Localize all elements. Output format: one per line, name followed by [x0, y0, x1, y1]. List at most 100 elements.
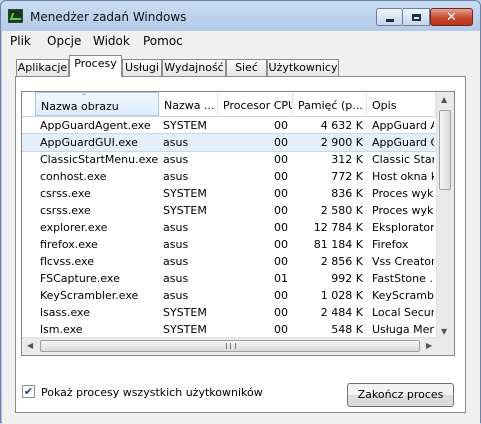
user-name-cell: asus — [163, 289, 189, 302]
window-title: Menedżer zadań Windows — [30, 10, 187, 24]
memory-cell: 2 484 K — [320, 306, 363, 319]
user-name-cell: asus — [163, 272, 189, 285]
process-row[interactable]: explorer.exe asus 00 12 784 K Eksplorator ..… — [22, 219, 436, 236]
maximize-icon — [411, 13, 421, 21]
tab-wydajnosc[interactable]: Wydajność — [162, 59, 226, 76]
tab-aplikacje[interactable]: Aplikacje — [16, 59, 69, 76]
scroll-grip-icon — [226, 343, 236, 349]
image-name-cell: ClassicStartMenu.exe — [40, 153, 158, 166]
cpu-cell: 00 — [274, 238, 288, 251]
image-name-cell: explorer.exe — [40, 221, 108, 234]
tab-uzytkownicy[interactable]: Użytkownicy — [267, 59, 339, 76]
scroll-up-icon[interactable]: ▲ — [441, 95, 447, 104]
process-list-header: ^ Nazwa obrazu Nazwa ... Procesor CPU Pa… — [22, 92, 436, 117]
tab-uslugi[interactable]: Usługi — [122, 59, 162, 76]
menu-widok[interactable]: Widok — [93, 34, 130, 48]
task-manager-app-icon — [8, 9, 23, 23]
image-name-cell: csrss.exe — [40, 204, 91, 217]
description-cell: KeyScrambler — [372, 289, 434, 302]
end-process-button[interactable]: Zakończ proces — [347, 383, 454, 407]
cpu-cell: 00 — [274, 153, 288, 166]
process-row[interactable]: lsm.exe SYSTEM 00 548 K Usługa Men... — [22, 321, 436, 338]
process-row[interactable]: FSCapture.exe asus 01 992 K FastStone ... — [22, 270, 436, 287]
user-name-cell: SYSTEM — [163, 119, 207, 132]
tab-siec[interactable]: Sieć — [226, 59, 267, 76]
memory-cell: 1 028 K — [320, 289, 363, 302]
process-row[interactable]: ClassicStartMenu.exe asus 00 312 K Classic S… — [22, 151, 436, 168]
horizontal-scroll-thumb[interactable] — [40, 340, 420, 352]
memory-cell: 548 K — [331, 323, 363, 336]
description-cell: FastStone ... — [372, 272, 434, 285]
cpu-cell: 00 — [274, 323, 288, 336]
process-row[interactable]: AppGuardGUI.exe asus 00 2 900 K AppGuard G..… — [22, 133, 437, 152]
user-name-cell: SYSTEM — [163, 204, 207, 217]
scrollbar-corner — [437, 338, 454, 355]
cpu-cell: 00 — [274, 136, 288, 149]
menu-bar: Plik Opcje Widok Pomoc — [2, 31, 480, 51]
menu-plik[interactable]: Plik — [10, 34, 31, 48]
memory-cell: 772 K — [331, 170, 363, 183]
memory-cell: 992 K — [331, 272, 363, 285]
tab-procesy[interactable]: Procesy — [69, 55, 122, 77]
menu-pomoc[interactable]: Pomoc — [143, 34, 183, 48]
process-row[interactable]: firefox.exe asus 00 81 184 K Firefox — [22, 236, 436, 253]
image-name-cell: AppGuardGUI.exe — [40, 136, 138, 149]
description-cell: Usługa Men... — [372, 323, 434, 336]
memory-cell: 312 K — [331, 153, 363, 166]
task-manager-window: Menedżer zadań Windows ✕ Plik Opcje Wido… — [0, 0, 481, 424]
process-row[interactable]: csrss.exe SYSTEM 00 836 K Proces wyk... — [22, 185, 436, 202]
show-all-users-checkbox[interactable]: ✔ — [22, 385, 35, 398]
column-header-cpu[interactable]: Procesor CPU — [218, 92, 293, 116]
column-header-description[interactable]: Opis — [367, 92, 436, 116]
description-cell: Vss Creator — [372, 255, 434, 268]
cpu-cell: 00 — [274, 119, 288, 132]
process-row[interactable]: lsass.exe SYSTEM 00 2 484 K Local Securi... — [22, 304, 436, 321]
cpu-cell: 00 — [274, 187, 288, 200]
process-row[interactable]: KeyScrambler.exe asus 00 1 028 K KeyScramble… — [22, 287, 436, 304]
image-name-cell: FSCapture.exe — [40, 272, 120, 285]
close-button[interactable]: ✕ — [430, 8, 473, 26]
image-name-cell: lsass.exe — [40, 306, 90, 319]
scroll-down-icon[interactable]: ▼ — [441, 327, 447, 336]
user-name-cell: asus — [163, 136, 189, 149]
process-row[interactable]: csrss.exe SYSTEM 00 2 580 K Proces wyk... — [22, 202, 436, 219]
scroll-right-icon[interactable]: ▶ — [426, 341, 432, 350]
process-row[interactable]: AppGuardAgent.exe SYSTEM 00 4 632 K AppGuard… — [22, 117, 436, 134]
description-cell: Proces wyk... — [372, 187, 434, 200]
menu-opcje[interactable]: Opcje — [47, 34, 81, 48]
column-header-image-name[interactable]: ^ Nazwa obrazu — [35, 92, 159, 116]
cpu-cell: 00 — [274, 306, 288, 319]
memory-cell: 836 K — [331, 187, 363, 200]
description-cell: Eksplorator ... — [372, 221, 434, 234]
description-cell: Proces wyk... — [372, 204, 434, 217]
memory-cell: 2 856 K — [320, 255, 363, 268]
description-cell: AppGuard G... — [372, 136, 434, 149]
minimize-icon — [385, 18, 394, 22]
column-header-memory[interactable]: Pamięć (p... — [293, 92, 367, 116]
process-row[interactable]: flcvss.exe asus 00 2 856 K Vss Creator — [22, 253, 436, 270]
image-name-cell: AppGuardAgent.exe — [40, 119, 151, 132]
column-header-user-name[interactable]: Nazwa ... — [159, 92, 218, 116]
description-cell: Host okna k... — [372, 170, 434, 183]
memory-cell: 4 632 K — [320, 119, 363, 132]
scroll-left-icon[interactable]: ◀ — [27, 341, 33, 350]
minimize-button[interactable] — [376, 8, 403, 26]
checkmark-icon: ✔ — [23, 385, 34, 398]
client-area: Aplikacje Procesy Usługi Wydajność Sieć … — [2, 51, 480, 424]
vertical-scroll-thumb[interactable] — [439, 110, 451, 190]
image-name-cell: lsm.exe — [40, 323, 83, 336]
process-row[interactable]: conhost.exe asus 00 772 K Host okna k... — [22, 168, 436, 185]
title-bar[interactable]: Menedżer zadań Windows ✕ — [1, 1, 480, 31]
maximize-button[interactable] — [403, 8, 430, 26]
description-cell: Local Securi... — [372, 306, 434, 319]
memory-cell: 2 900 K — [320, 136, 363, 149]
horizontal-scrollbar[interactable]: ◀ ▶ — [22, 337, 439, 355]
user-name-cell: asus — [163, 153, 189, 166]
process-list[interactable]: ^ Nazwa obrazu Nazwa ... Procesor CPU Pa… — [21, 91, 455, 356]
show-all-users-label[interactable]: Pokaż procesy wszystkich użytkowników — [41, 386, 263, 399]
cpu-cell: 01 — [274, 272, 288, 285]
description-cell: AppGuard A... — [372, 119, 434, 132]
image-name-cell: conhost.exe — [40, 170, 107, 183]
vertical-scrollbar[interactable]: ▲ ▼ — [436, 92, 454, 340]
user-name-cell: SYSTEM — [163, 187, 207, 200]
